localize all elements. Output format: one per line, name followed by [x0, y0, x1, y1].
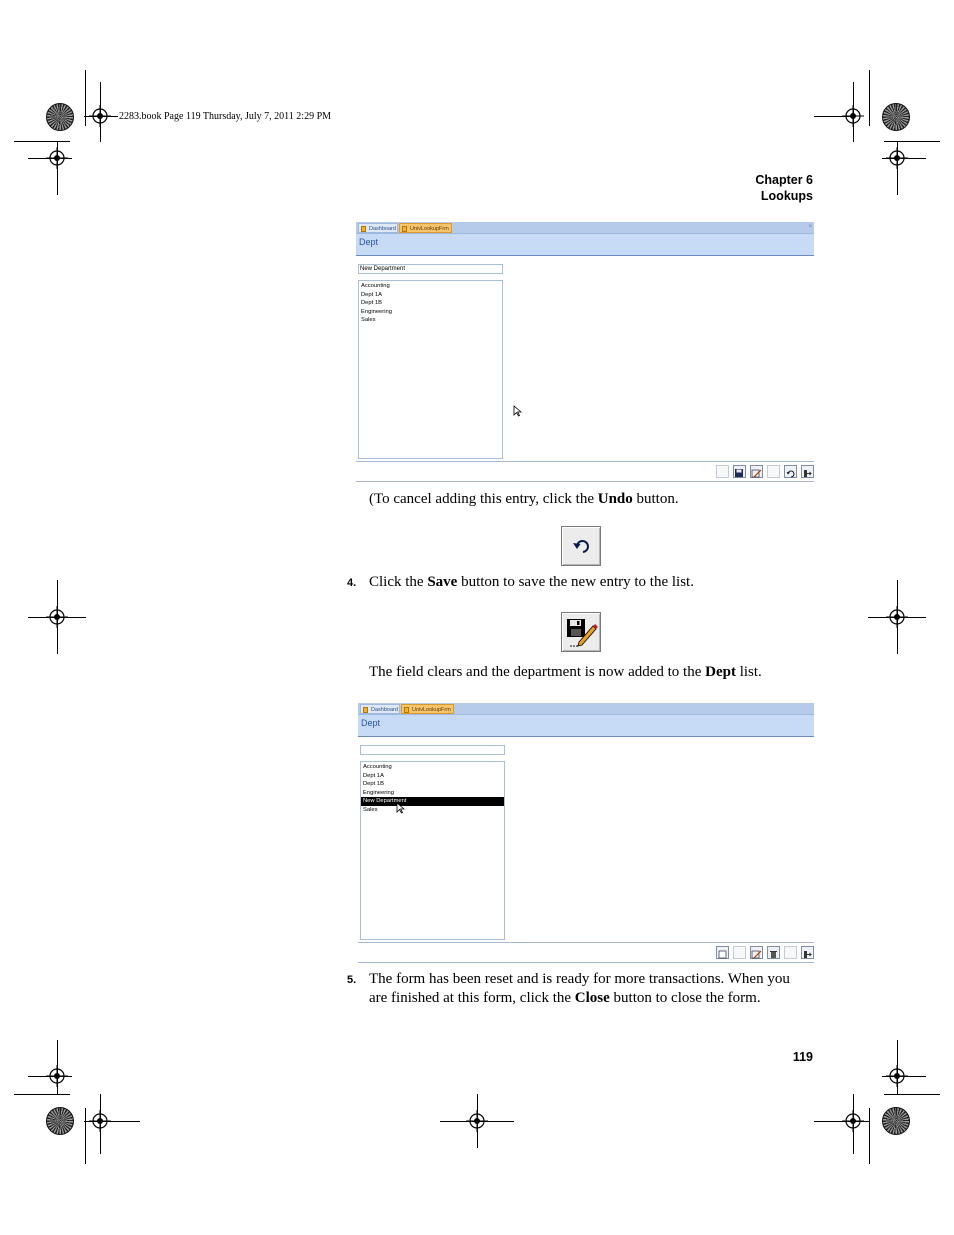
undo-icon — [573, 540, 589, 553]
close-button[interactable] — [801, 464, 814, 478]
registration-target-icon — [466, 1110, 488, 1132]
list-item[interactable]: Engineering — [359, 308, 502, 317]
list-item[interactable]: Dept 1B — [359, 299, 502, 308]
tab-univlookupfrm[interactable]: UnivLookupFrm — [401, 704, 454, 714]
screenshot-form-after-save: Dashboard UnivLookupFrm Dept Accounting … — [358, 703, 814, 965]
form-icon — [404, 707, 409, 713]
tab-univlookupfrm[interactable]: UnivLookupFrm — [399, 223, 452, 233]
registration-target-icon — [46, 606, 68, 628]
registration-target-icon — [46, 1065, 68, 1087]
undo-button[interactable] — [784, 464, 797, 478]
save-button[interactable] — [733, 464, 746, 478]
step-number: 4. — [347, 577, 357, 589]
list-item[interactable]: Accounting — [361, 763, 504, 772]
registration-target-icon — [842, 105, 864, 127]
step-5-text: The form has been reset and is ready for… — [369, 971, 790, 1006]
save-icon — [567, 619, 598, 647]
chapter-title: Lookups — [760, 189, 813, 203]
tab-dashboard[interactable]: Dashboard — [358, 223, 398, 233]
list-item[interactable]: Engineering — [361, 789, 504, 798]
add-record-button[interactable] — [716, 945, 729, 959]
page-number: 119 — [792, 1050, 813, 1064]
form-title: Dept — [359, 237, 379, 247]
registration-target-icon — [89, 1110, 111, 1132]
edit-button[interactable] — [750, 945, 763, 959]
screenshot-form-before-save: Dashboard UnivLookupFrm × Dept New Depar… — [356, 222, 814, 484]
form-icon — [363, 707, 368, 713]
exit-icon — [804, 469, 812, 477]
undo-button-illustration — [561, 526, 601, 566]
edit-button[interactable] — [750, 464, 763, 478]
step-4-text: Click the Save button to save the new en… — [369, 574, 694, 590]
department-list[interactable]: Accounting Dept 1A Dept 1B Engineering S… — [358, 280, 503, 459]
list-item[interactable]: Sales — [359, 316, 502, 325]
tab-dashboard[interactable]: Dashboard — [360, 704, 400, 714]
list-item[interactable]: Sales — [361, 806, 504, 815]
form-icon — [361, 226, 366, 232]
save-button[interactable] — [733, 945, 746, 959]
close-tab-icon[interactable]: × — [808, 222, 812, 233]
tab-bar: Dashboard UnivLookupFrm × — [356, 222, 814, 234]
registration-target-icon — [886, 1065, 908, 1087]
department-list[interactable]: Accounting Dept 1A Dept 1B Engineering N… — [360, 761, 505, 940]
registration-target-icon — [886, 606, 908, 628]
edit-icon — [751, 469, 762, 477]
cancel-instruction: (To cancel adding this entry, click the … — [369, 491, 679, 507]
add-record-button[interactable] — [716, 464, 729, 478]
registration-target-icon — [842, 1110, 864, 1132]
mouse-cursor-icon — [513, 405, 522, 417]
result-description: The field clears and the department is n… — [369, 664, 762, 680]
registration-star-icon — [46, 1107, 74, 1135]
tab-bar: Dashboard UnivLookupFrm — [358, 703, 814, 715]
form-toolbar — [716, 462, 814, 480]
list-item[interactable]: Dept 1A — [361, 772, 504, 781]
form-title: Dept — [361, 718, 381, 728]
print-slug: 2283.book Page 119 Thursday, July 7, 201… — [119, 111, 332, 122]
undo-button[interactable] — [784, 945, 797, 959]
undo-icon — [786, 470, 795, 477]
trash-icon — [770, 950, 777, 958]
close-button[interactable] — [801, 945, 814, 959]
list-item-selected[interactable]: New Department — [361, 797, 504, 806]
running-head: Chapter 6 Lookups — [755, 172, 813, 204]
delete-button[interactable] — [767, 464, 780, 478]
new-department-field[interactable]: New Department — [358, 264, 503, 274]
save-icon — [735, 468, 743, 477]
edit-icon — [751, 950, 762, 958]
form-header: Dept — [358, 715, 814, 737]
new-department-field[interactable] — [360, 745, 505, 755]
registration-star-icon — [882, 1107, 910, 1135]
registration-star-icon — [882, 103, 910, 131]
form-header: Dept — [356, 234, 814, 256]
delete-button[interactable] — [767, 945, 780, 959]
new-record-icon — [718, 950, 727, 958]
form-toolbar — [716, 943, 814, 961]
registration-target-icon — [89, 105, 111, 127]
list-item[interactable]: Dept 1A — [359, 291, 502, 300]
form-icon — [402, 226, 407, 232]
registration-star-icon — [46, 103, 74, 131]
step-number: 5. — [347, 974, 357, 986]
mouse-cursor-icon — [396, 802, 405, 814]
list-item[interactable]: Accounting — [359, 282, 502, 291]
save-button-illustration — [561, 612, 601, 652]
list-item[interactable]: Dept 1B — [361, 780, 504, 789]
chapter-label: Chapter 6 — [755, 173, 813, 187]
exit-icon — [804, 950, 812, 958]
